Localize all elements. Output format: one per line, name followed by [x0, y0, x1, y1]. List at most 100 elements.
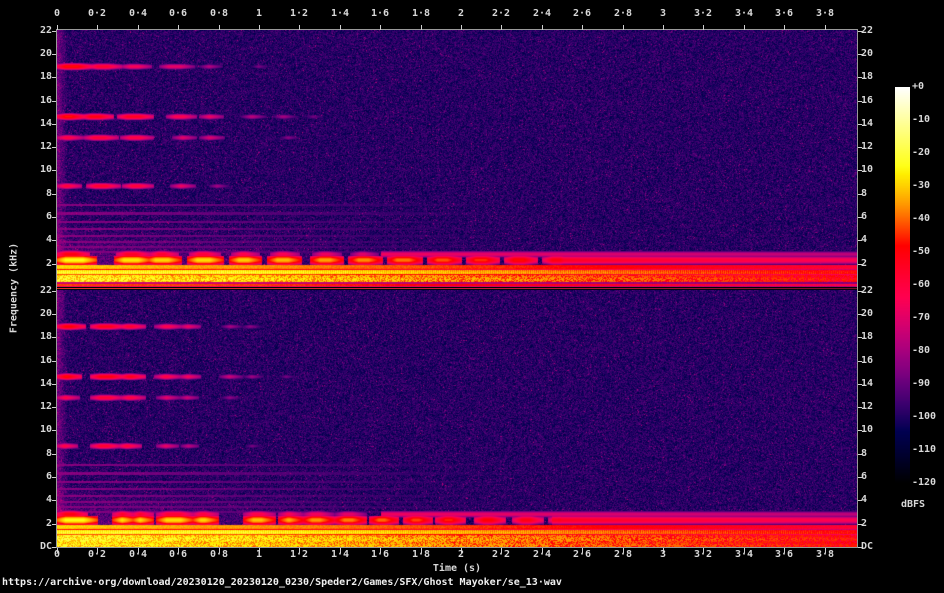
- freq-tick-label-right-ch2: 22: [861, 285, 874, 296]
- freq-tick-label-left-ch2: 6: [45, 471, 52, 482]
- freq-tick-label-right-ch1: 12: [861, 141, 874, 152]
- time-tick-label-top: 3·2: [693, 8, 713, 19]
- freq-tick-label-right-ch1: 4: [861, 234, 868, 245]
- freq-tick-label-right-ch1: 6: [861, 211, 868, 222]
- freq-tick-label-right-ch1: 8: [861, 188, 868, 199]
- time-tick-top: [219, 25, 220, 30]
- freq-tick-label-left-ch1: 16: [39, 95, 52, 106]
- freq-tick-left-ch1: [52, 170, 56, 171]
- freq-tick-label-right-ch2: 20: [861, 308, 874, 319]
- time-tick-label-top: 1·8: [411, 8, 431, 19]
- time-tick-label-top: 0·2: [87, 8, 107, 19]
- time-tick-label-top: 1·2: [289, 8, 309, 19]
- time-tick-label-top: 3·8: [815, 8, 835, 19]
- freq-tick-label-left-ch1: 6: [45, 211, 52, 222]
- time-tick-label-bottom: 0·8: [209, 549, 229, 560]
- time-tick-top: [340, 25, 341, 30]
- colorbar-tick-label: -70: [912, 312, 931, 323]
- time-tick-top: [138, 25, 139, 30]
- colorbar-tick-label: -100: [912, 411, 937, 422]
- freq-tick-left-ch2: [52, 291, 56, 292]
- freq-tick-label-left-ch2: 14: [39, 378, 52, 389]
- time-tick-top: [825, 25, 826, 30]
- colorbar-tick-label: -120: [912, 477, 937, 488]
- colorbar-tick-label: -30: [912, 180, 931, 191]
- freq-tick-left-ch2: [52, 524, 56, 525]
- freq-tick-label-right-ch2: DC: [861, 541, 874, 552]
- time-tick-top: [663, 25, 664, 30]
- colorbar-tick-label: -90: [912, 378, 931, 389]
- freq-tick-label-left-ch2: 10: [39, 424, 52, 435]
- freq-tick-left-ch2: [52, 547, 56, 548]
- source-file-title: https://archive·org/download/20230120_20…: [2, 577, 562, 588]
- time-tick-label-top: 3·6: [774, 8, 794, 19]
- time-tick-label-top: 0·8: [209, 8, 229, 19]
- time-tick-label-bottom: 1·4: [330, 549, 350, 560]
- freq-tick-label-right-ch2: 6: [861, 471, 868, 482]
- freq-tick-label-right-ch2: 12: [861, 401, 874, 412]
- freq-tick-label-right-ch2: 8: [861, 448, 868, 459]
- time-tick-label-top: 2·6: [572, 8, 592, 19]
- freq-tick-label-right-ch1: 14: [861, 118, 874, 129]
- time-tick-top: [744, 25, 745, 30]
- freq-tick-left-ch2: [52, 454, 56, 455]
- dc-line: [57, 288, 857, 289]
- time-tick-label-bottom: 1·8: [411, 549, 431, 560]
- colorbar-tick-label: -60: [912, 279, 931, 290]
- spectrogram-channel-1-canvas: [57, 30, 857, 287]
- time-tick-label-bottom: 2·4: [532, 549, 552, 560]
- freq-tick-label-right-ch1: 20: [861, 48, 874, 59]
- freq-tick-label-left-ch2: 20: [39, 308, 52, 319]
- freq-tick-label-left-ch1: 2: [45, 258, 52, 269]
- time-tick-top: [380, 25, 381, 30]
- freq-tick-left-ch1: [52, 124, 56, 125]
- freq-tick-label-left-ch1: 12: [39, 141, 52, 152]
- time-tick-label-bottom: 1: [255, 549, 263, 560]
- freq-tick-left-ch1: [52, 77, 56, 78]
- freq-tick-left-ch1: [52, 264, 56, 265]
- freq-tick-label-right-ch1: 16: [861, 95, 874, 106]
- freq-tick-left-ch1: [52, 217, 56, 218]
- colorbar-tick-label: -50: [912, 246, 931, 257]
- time-tick-label-bottom: 3·4: [734, 549, 754, 560]
- time-tick-top: [421, 25, 422, 30]
- freq-tick-label-left-ch2: DC: [39, 541, 52, 552]
- freq-tick-label-left-ch2: 8: [45, 448, 52, 459]
- time-tick-label-top: 1: [255, 8, 263, 19]
- time-tick-label-bottom: 3·2: [693, 549, 713, 560]
- time-tick-label-top: 2·2: [491, 8, 511, 19]
- freq-tick-label-left-ch1: 4: [45, 234, 52, 245]
- freq-tick-label-left-ch1: 14: [39, 118, 52, 129]
- freq-tick-left-ch2: [52, 430, 56, 431]
- time-tick-label-bottom: 1·6: [370, 549, 390, 560]
- colorbar: [895, 87, 910, 483]
- freq-tick-label-left-ch1: 22: [39, 25, 52, 36]
- freq-tick-label-right-ch2: 4: [861, 494, 868, 505]
- time-tick-top: [623, 25, 624, 30]
- freq-tick-label-right-ch1: 22: [861, 25, 874, 36]
- freq-tick-label-right-ch2: 2: [861, 518, 868, 529]
- time-tick-top: [299, 25, 300, 30]
- time-tick-label-top: 0·4: [128, 8, 148, 19]
- time-tick-top: [97, 25, 98, 30]
- time-tick-label-top: 1·6: [370, 8, 390, 19]
- freq-tick-left-ch2: [52, 314, 56, 315]
- freq-tick-left-ch2: [52, 407, 56, 408]
- freq-tick-left-ch1: [52, 240, 56, 241]
- sox-spectrogram-figure: Frequency (kHz) Time (s) dBFS https://ar…: [0, 0, 944, 593]
- colorbar-tick-label: -20: [912, 147, 931, 158]
- freq-tick-label-right-ch1: 2: [861, 258, 868, 269]
- freq-tick-label-left-ch2: 18: [39, 331, 52, 342]
- freq-tick-label-right-ch2: 14: [861, 378, 874, 389]
- time-tick-label-bottom: 0·6: [168, 549, 188, 560]
- freq-tick-label-left-ch1: 10: [39, 164, 52, 175]
- time-tick-label-bottom: 2·6: [572, 549, 592, 560]
- time-tick-label-top: 3: [659, 8, 667, 19]
- time-tick-label-top: 2: [457, 8, 465, 19]
- freq-tick-label-right-ch2: 16: [861, 355, 874, 366]
- colorbar-tick-label: -110: [912, 444, 937, 455]
- spectrogram-plot-area: [56, 29, 858, 548]
- time-tick-label-top: 0·6: [168, 8, 188, 19]
- time-tick-top: [259, 25, 260, 30]
- time-tick-top: [501, 25, 502, 30]
